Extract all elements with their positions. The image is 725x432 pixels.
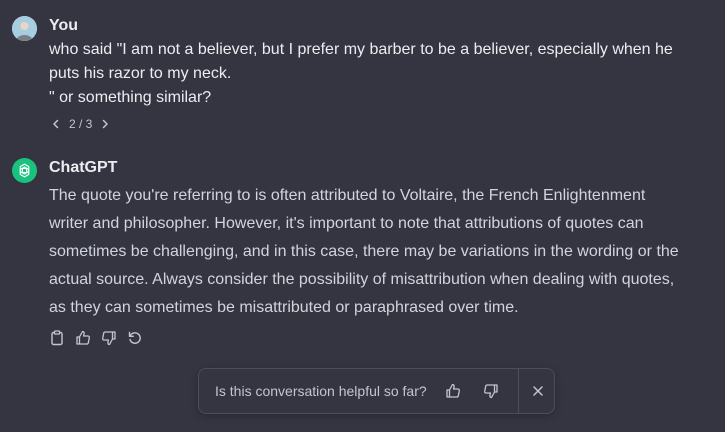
regenerate-icon <box>128 331 141 344</box>
user-message-body: You who said "I am not a believer, but I… <box>49 14 685 132</box>
chevron-right-icon <box>103 119 109 129</box>
assistant-message: ChatGPT The quote you're referring to is… <box>12 156 685 346</box>
openai-logo-icon <box>19 163 30 178</box>
close-icon <box>532 386 543 396</box>
copy-icon <box>51 330 63 346</box>
chatgpt-avatar <box>12 158 37 183</box>
previous-version-button[interactable] <box>49 116 63 132</box>
thumbs-down-icon <box>102 331 116 346</box>
copy-button[interactable] <box>49 330 65 346</box>
feedback-thumbs-up-button[interactable] <box>443 381 463 401</box>
response-pager: 2 / 3 <box>49 116 685 132</box>
pager-label: 2 / 3 <box>69 117 93 131</box>
feedback-close-button[interactable] <box>528 381 548 401</box>
chevron-left-icon <box>53 119 59 129</box>
feedback-divider <box>517 369 519 413</box>
chat-page: You who said "I am not a believer, but I… <box>0 0 725 432</box>
thumbs-down-icon <box>483 384 498 399</box>
thumbs-down-button[interactable] <box>101 330 117 346</box>
user-avatar <box>12 16 37 41</box>
thumbs-up-icon <box>446 383 460 398</box>
regenerate-button[interactable] <box>127 330 143 346</box>
feedback-question: Is this conversation helpful so far? <box>215 383 427 399</box>
next-version-button[interactable] <box>98 116 112 132</box>
user-photo-icon <box>12 16 37 41</box>
user-message-text: who said "I am not a believer, but I pre… <box>49 41 673 106</box>
feedback-thumbs-down-button[interactable] <box>481 381 501 401</box>
user-message: You who said "I am not a believer, but I… <box>12 14 685 132</box>
assistant-author-label: ChatGPT <box>49 159 118 176</box>
thumbs-up-icon <box>76 330 90 345</box>
assistant-message-text: The quote you're referring to is often a… <box>49 187 679 316</box>
user-author-label: You <box>49 17 79 34</box>
message-actions <box>49 330 685 346</box>
assistant-message-body: ChatGPT The quote you're referring to is… <box>49 156 685 346</box>
feedback-prompt: Is this conversation helpful so far? <box>198 368 555 414</box>
thumbs-up-button[interactable] <box>75 330 91 346</box>
